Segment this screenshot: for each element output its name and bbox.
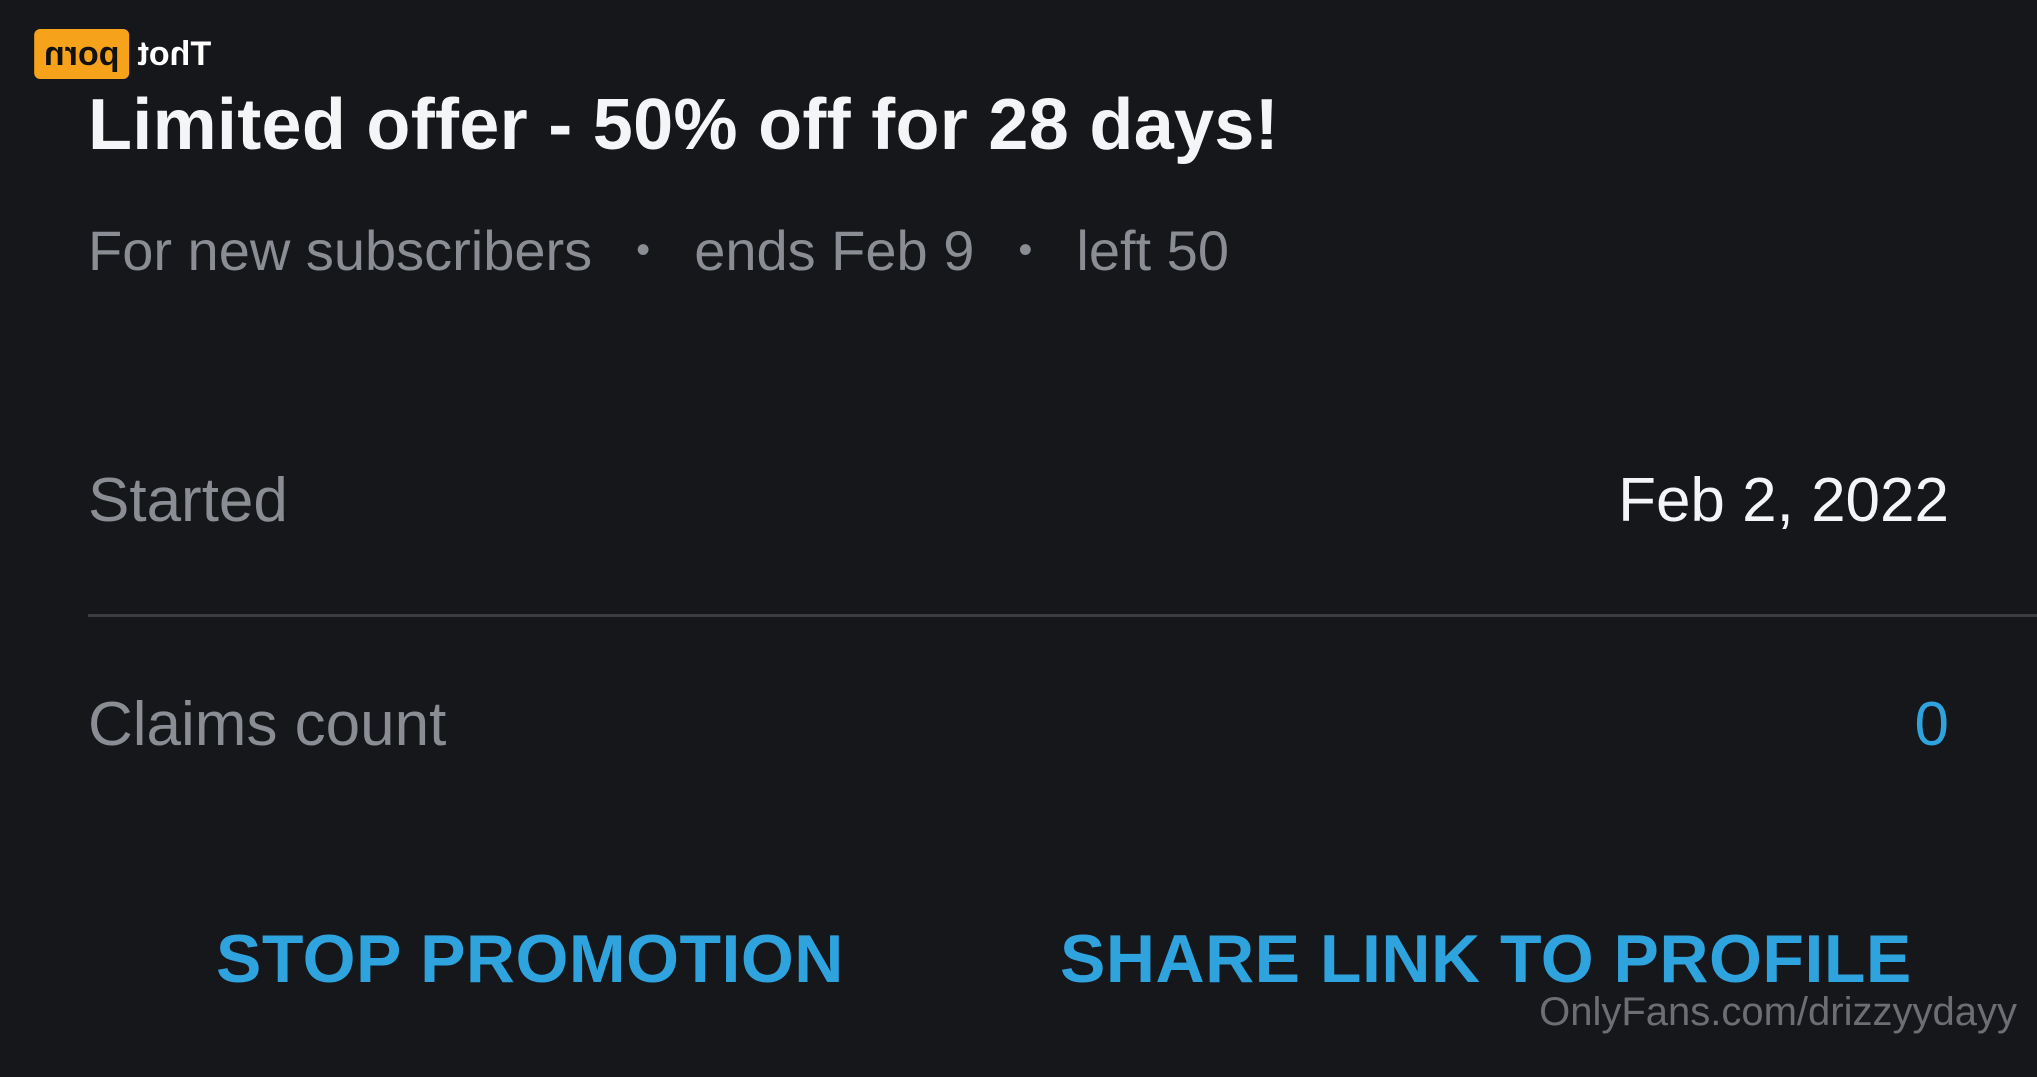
divider [88,614,2037,617]
footer-watermark: OnlyFans.com/drizzyydayy [1539,990,2017,1034]
logo-badge: porn [34,29,130,79]
meta-separator: • [1018,228,1033,272]
claims-label: Claims count [88,689,447,759]
claims-count-link[interactable]: 0 [1915,689,1949,760]
stop-promotion-button[interactable]: STOP PROMOTION [216,920,844,998]
started-row: Started Feb 2, 2022 [88,460,1949,540]
promotion-card: Thot porn Limited offer - 50% off for 28… [0,0,2037,1077]
share-link-button[interactable]: SHARE LINK TO PROFILE [1060,920,1912,998]
started-label: Started [88,465,288,535]
offer-remaining: left 50 [1076,219,1229,282]
watermark-logo: Thot porn [34,29,219,79]
claims-row: Claims count 0 [88,684,1949,764]
logo-text: Thot [137,35,212,73]
offer-audience: For new subscribers [88,219,593,282]
offer-meta: For new subscribers • ends Feb 9 • left … [88,218,1229,283]
offer-end-date: ends Feb 9 [694,219,975,282]
started-value: Feb 2, 2022 [1618,465,1949,535]
offer-title: Limited offer - 50% off for 28 days! [88,85,1279,165]
meta-separator: • [636,228,651,272]
